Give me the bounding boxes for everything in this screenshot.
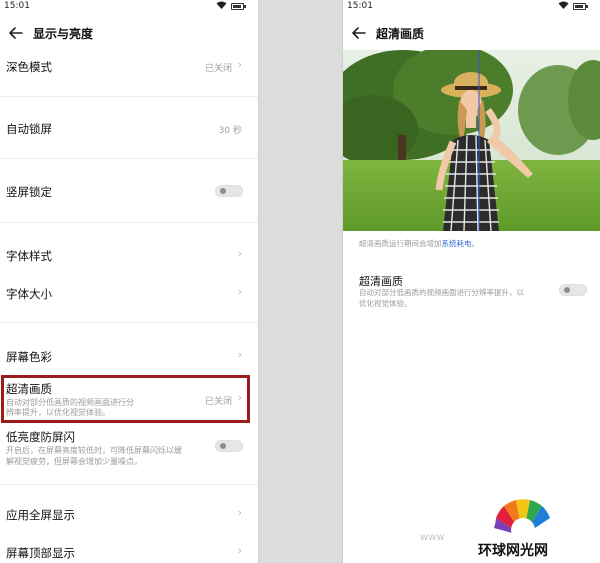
row-value: 已关闭 bbox=[204, 64, 232, 74]
status-bar: 15:01 bbox=[0, 0, 258, 14]
battery-icon bbox=[573, 3, 588, 10]
status-time: 15:01 bbox=[4, 1, 30, 11]
row-subtitle-line2: 解视觉疲劳，但屏幕会增加少量噪点。 bbox=[6, 457, 142, 466]
wifi-icon bbox=[216, 1, 227, 12]
hd-quality-setting-desc: 自动对部分低画质的视频画面进行分辨率提升，以 优化视觉体验。 bbox=[359, 288, 524, 308]
low-brightness-flicker-toggle[interactable] bbox=[215, 440, 243, 452]
row-font-size[interactable]: 字体大小 › bbox=[0, 283, 258, 307]
header: 超清画质 bbox=[343, 20, 600, 46]
row-value: 30 秒 bbox=[218, 126, 242, 136]
chevron-right-icon: › bbox=[237, 348, 242, 361]
row-title: 深色模式 bbox=[6, 60, 52, 74]
status-bar: 15:01 bbox=[343, 0, 600, 14]
page-title: 显示与亮度 bbox=[33, 26, 94, 41]
chevron-right-icon: › bbox=[237, 544, 242, 557]
row-title: 竖屏锁定 bbox=[6, 185, 52, 199]
power-consumption-note: 超清画质运行期间会增加系统耗电。 bbox=[359, 239, 479, 248]
row-title: 应用全屏显示 bbox=[6, 508, 75, 522]
page-title: 超清画质 bbox=[376, 26, 425, 41]
settings-display-brightness-screen: 15:01 显示与亮度 深色模式 已关闭 › 自动锁屏 30 秒 竖屏锁定 字体… bbox=[0, 0, 259, 563]
row-orientation-lock: 竖屏锁定 bbox=[0, 181, 258, 205]
chevron-right-icon: › bbox=[237, 285, 242, 298]
row-title: 低亮度防屏闪 bbox=[6, 430, 75, 444]
row-low-brightness-flicker: 低亮度防屏闪 开启后，在屏幕亮度较低时，可降低屏幕闪烁以缓 解视觉疲劳，但屏幕会… bbox=[0, 428, 258, 468]
watermark-site-name: 环球网光网 bbox=[478, 543, 548, 559]
chevron-right-icon: › bbox=[237, 58, 242, 71]
settings-hd-quality-screen: 15:01 超清画质 超清画质运行期间会增加系统耗电。 超清画质 自动对部分低画… bbox=[342, 0, 600, 563]
row-title: 屏幕色彩 bbox=[6, 350, 52, 364]
row-app-fullscreen[interactable]: 应用全屏显示 › bbox=[0, 505, 258, 529]
row-title: 字体大小 bbox=[6, 287, 52, 301]
back-arrow-icon[interactable] bbox=[348, 22, 370, 44]
battery-icon bbox=[231, 3, 246, 10]
row-auto-lock[interactable]: 自动锁屏 30 秒 bbox=[0, 118, 258, 142]
header: 显示与亮度 bbox=[0, 20, 258, 46]
status-time: 15:01 bbox=[347, 1, 373, 11]
back-arrow-icon[interactable] bbox=[5, 22, 27, 44]
wifi-icon bbox=[558, 1, 569, 12]
row-screen-color[interactable]: 屏幕色彩 › bbox=[0, 346, 258, 370]
system-power-link[interactable]: 系统耗电 bbox=[442, 239, 472, 248]
row-font-style[interactable]: 字体样式 › bbox=[0, 245, 258, 269]
watermark-www: www bbox=[420, 532, 445, 543]
row-title: 屏幕顶部显示 bbox=[6, 546, 75, 560]
orientation-lock-toggle[interactable] bbox=[215, 185, 243, 197]
hd-quality-toggle[interactable] bbox=[559, 284, 587, 296]
site-logo-icon bbox=[488, 492, 558, 542]
row-subtitle-line1: 开启后，在屏幕亮度较低时，可降低屏幕闪烁以缓 bbox=[6, 446, 182, 455]
row-top-display[interactable]: 屏幕顶部显示 › bbox=[0, 543, 258, 563]
chevron-right-icon: › bbox=[237, 506, 242, 519]
row-title: 字体样式 bbox=[6, 249, 52, 263]
row-dark-mode[interactable]: 深色模式 已关闭 › bbox=[0, 56, 258, 80]
preview-photo bbox=[343, 50, 600, 231]
row-title: 自动锁屏 bbox=[6, 122, 52, 136]
chevron-right-icon: › bbox=[237, 247, 242, 260]
highlight-box bbox=[1, 375, 250, 423]
